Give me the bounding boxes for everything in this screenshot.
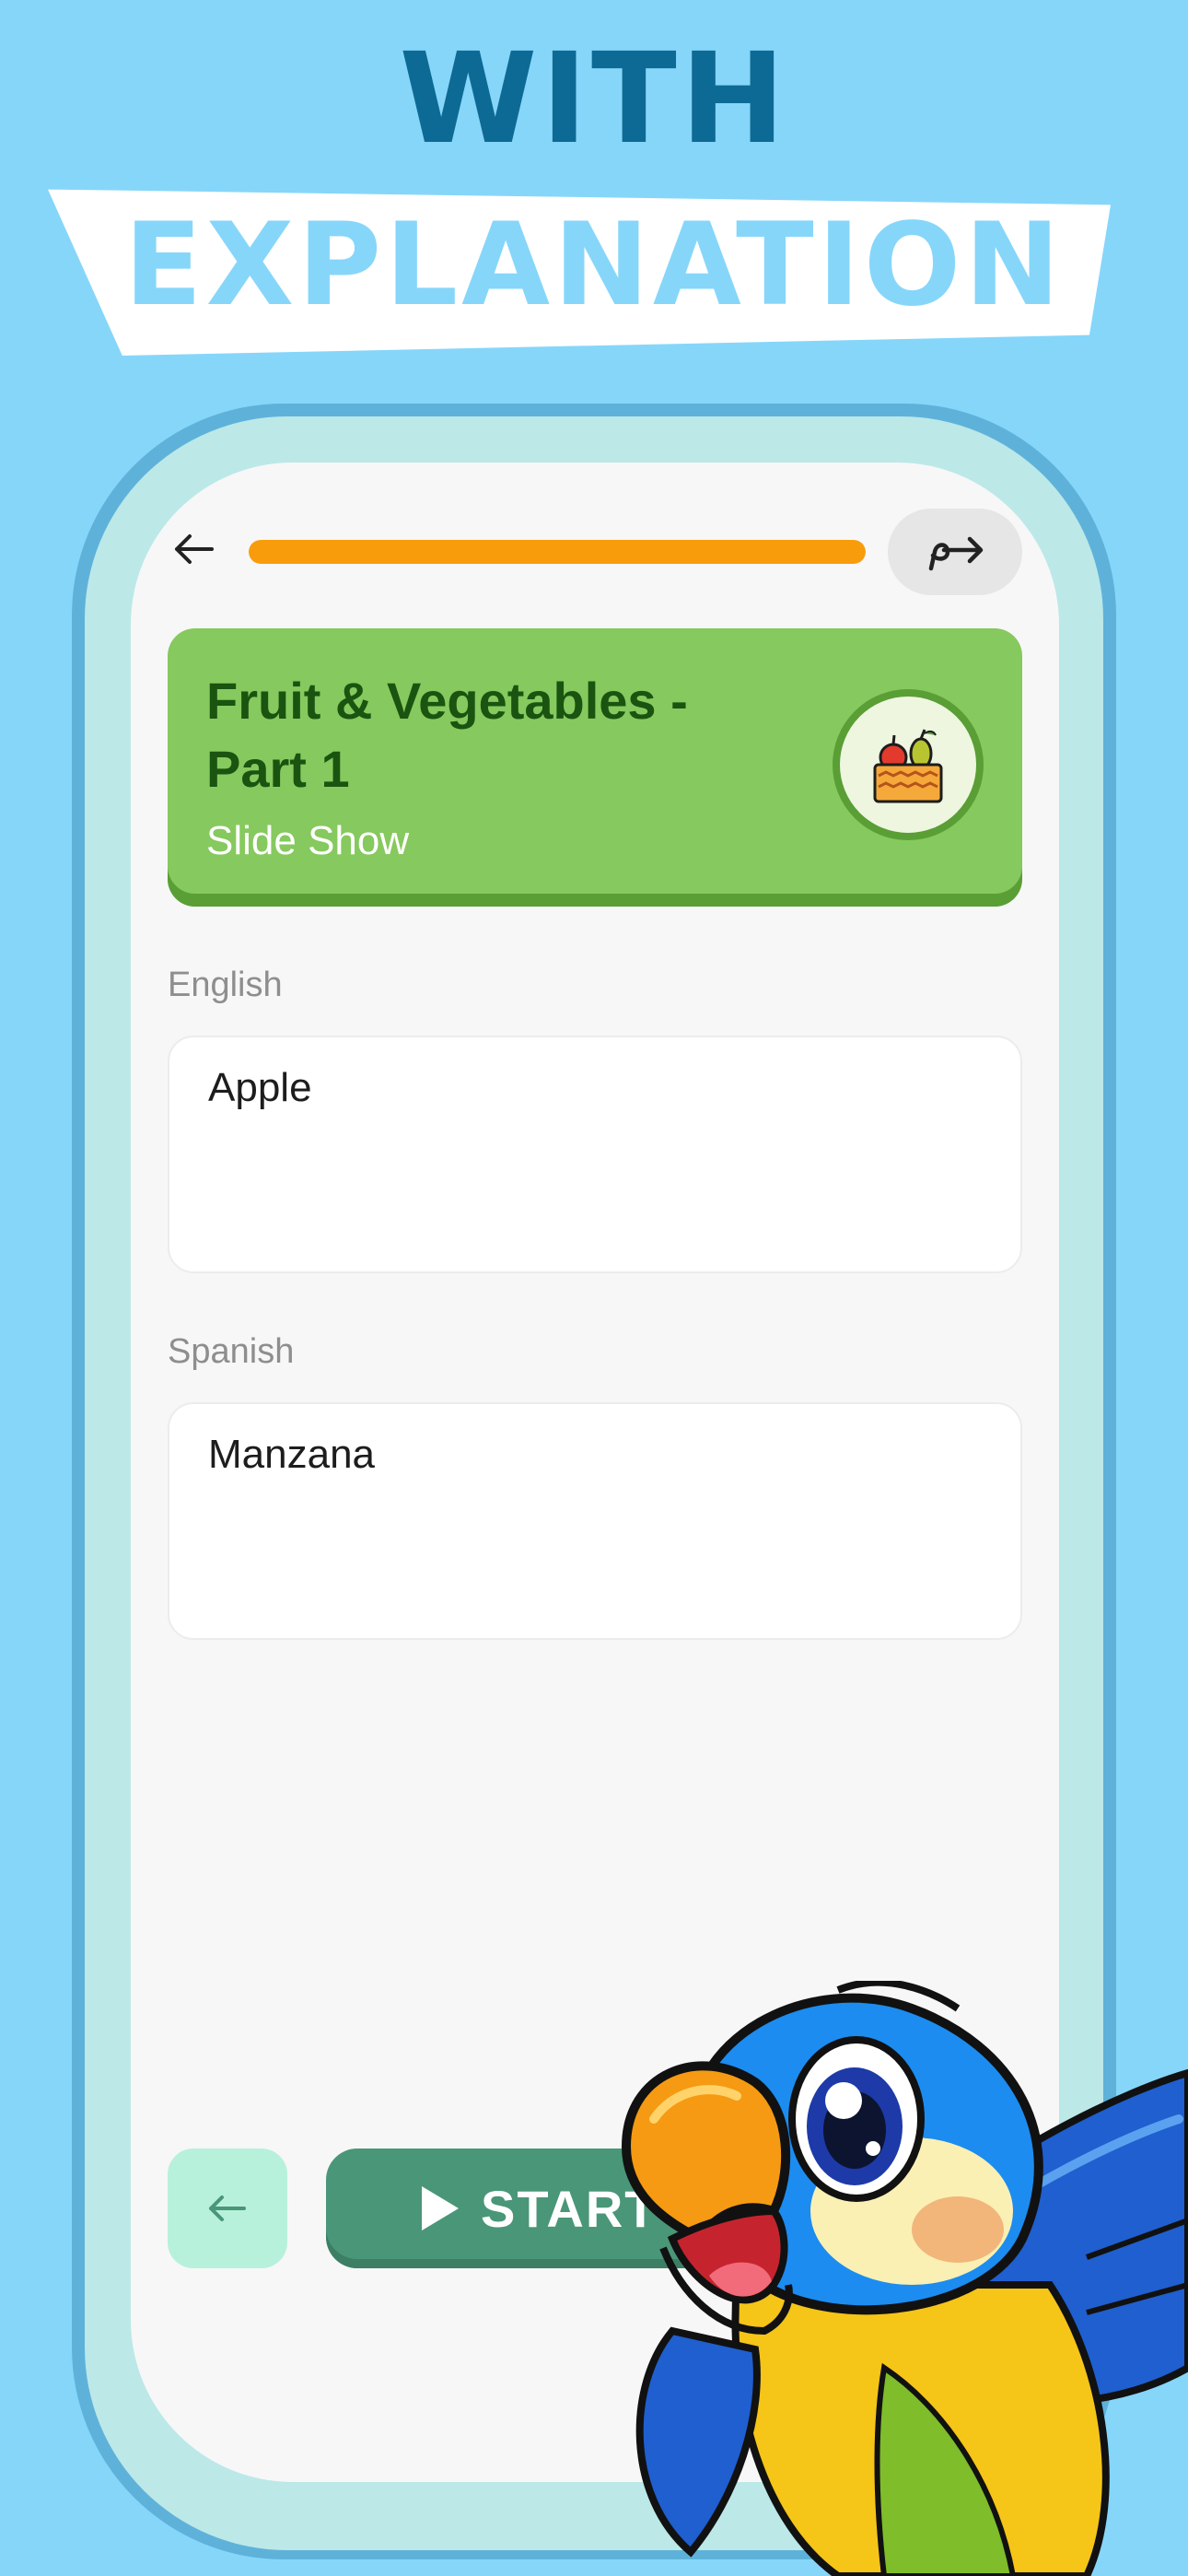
spanish-text-box: Manzana	[168, 1402, 1022, 1640]
parrot-mascot-icon	[621, 1981, 1188, 2576]
english-value: Apple	[208, 1065, 312, 1110]
promo-title: WITH	[399, 27, 789, 172]
fruit-basket-icon	[873, 729, 943, 803]
spanish-label: Spanish	[168, 1332, 295, 1371]
english-label: English	[168, 966, 283, 1004]
arrow-left-icon	[175, 534, 214, 564]
skip-forward-icon	[928, 536, 984, 571]
back-button[interactable]	[168, 523, 219, 575]
lesson-icon-badge	[833, 689, 984, 840]
previous-button[interactable]	[168, 2149, 287, 2268]
english-text-box: Apple	[168, 1036, 1022, 1273]
promo-subtitle: EXPLANATION	[123, 199, 1065, 332]
spanish-value: Manzana	[208, 1432, 376, 1477]
lesson-title: Fruit & Vegetables - Part 1	[206, 672, 688, 798]
play-icon	[422, 2186, 459, 2231]
skip-button[interactable]	[888, 509, 1022, 595]
arrow-left-icon	[209, 2195, 246, 2221]
lesson-card: Fruit & Vegetables - Part 1 Slide Show	[168, 628, 1022, 907]
lesson-type: Slide Show	[206, 818, 410, 863]
progress-bar	[249, 540, 866, 564]
progress-fill	[249, 540, 866, 564]
